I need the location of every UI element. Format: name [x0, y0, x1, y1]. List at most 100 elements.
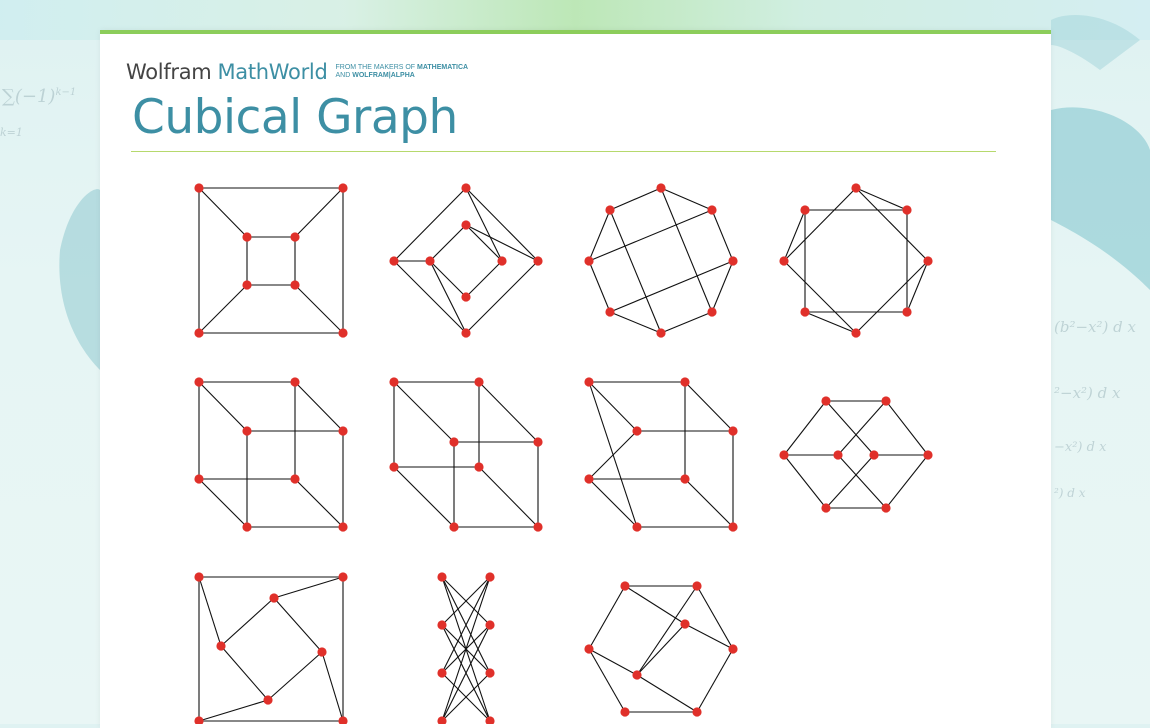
graph-edge [885, 400, 929, 456]
graph-vertex [290, 280, 300, 290]
graph-vertex [728, 644, 738, 654]
graph-edge [198, 576, 222, 647]
graph-edge [624, 585, 686, 625]
graph-vertex [338, 716, 348, 724]
graph-edge [465, 187, 503, 262]
graph-vertex [389, 256, 399, 266]
graph-edge [465, 224, 539, 262]
graph-vertex [728, 522, 738, 532]
graph-vertex [194, 474, 204, 484]
graph-vertex [485, 668, 495, 678]
cubical-graph-11 [584, 581, 738, 717]
cubical-graph-9 [194, 572, 348, 724]
graph-edge [660, 311, 713, 334]
graph-edge [855, 260, 929, 334]
graph-vertex [485, 572, 495, 582]
graph-vertex [800, 205, 810, 215]
graph-edge [711, 209, 734, 262]
graph-edge [837, 400, 887, 456]
graph-edge [465, 187, 539, 262]
graph-edge [825, 454, 875, 509]
graph-edge [636, 623, 686, 676]
graph-vertex [692, 581, 702, 591]
graph-edge [294, 478, 344, 528]
graph-edge [465, 260, 539, 334]
graph-edge [198, 187, 248, 238]
graph-vertex [605, 307, 615, 317]
graph-vertex [461, 292, 471, 302]
graph-vertex [533, 522, 543, 532]
graph-vertex [338, 426, 348, 436]
graph-vertex [461, 183, 471, 193]
graph-vertex [680, 474, 690, 484]
graph-vertex [779, 450, 789, 460]
graph-edge [609, 187, 662, 211]
graph-vertex [269, 593, 279, 603]
graph-edge [609, 209, 662, 334]
cubical-graph-3 [584, 183, 738, 338]
graph-vertex [449, 522, 459, 532]
graph-edge [273, 576, 344, 599]
graph-edge [478, 381, 539, 443]
graph-edge [393, 187, 467, 262]
graph-edge [696, 648, 734, 713]
graph-vertex [869, 450, 879, 460]
graph-edge [321, 651, 344, 722]
graph-vertex [194, 328, 204, 338]
graph-vertex [800, 307, 810, 317]
graph-vertex [902, 205, 912, 215]
graph-vertex [620, 581, 630, 591]
graph-vertex [338, 183, 348, 193]
graph-vertex [728, 256, 738, 266]
graph-vertex [194, 716, 204, 724]
graph-vertex [605, 205, 615, 215]
graph-edge [684, 478, 734, 528]
graph-edge [906, 260, 929, 313]
graph-edge [855, 187, 929, 262]
graph-edge [478, 466, 539, 528]
cubical-graph-4 [779, 183, 933, 338]
graph-vertex [692, 707, 702, 717]
graph-vertex [707, 205, 717, 215]
graph-edge [220, 645, 269, 701]
cubical-graph-drawings [194, 183, 933, 724]
graph-vertex [584, 377, 594, 387]
graph-edge [855, 187, 908, 211]
graph-vertex [656, 183, 666, 193]
graph-vertex [923, 256, 933, 266]
graph-vertex [881, 503, 891, 513]
graph-edge [885, 454, 929, 509]
graph-edge [393, 260, 467, 334]
graph-edge [588, 209, 713, 262]
graph-vertex [632, 670, 642, 680]
graph-vertex [833, 450, 843, 460]
cubical-graph-10 [437, 572, 495, 724]
graph-edge [783, 209, 806, 262]
graph-vertex [242, 280, 252, 290]
graph-vertex [216, 641, 226, 651]
graph-vertex [779, 256, 789, 266]
cubical-graph-6 [389, 377, 543, 532]
graph-edge [198, 284, 248, 334]
graph-edge [393, 466, 455, 528]
graph-vertex [389, 462, 399, 472]
graph-edge [220, 597, 275, 647]
graph-edge [198, 381, 248, 432]
graph-edge [465, 224, 503, 262]
graph-edge [804, 311, 857, 334]
graph-edge [273, 597, 323, 653]
graph-edge [294, 284, 344, 334]
graph-vertex [290, 232, 300, 242]
graph-vertex [338, 522, 348, 532]
graph-vertex [194, 572, 204, 582]
cubical-graph-2 [389, 183, 543, 338]
graph-vertex [851, 328, 861, 338]
graph-edge [465, 260, 503, 298]
graph-vertex [680, 619, 690, 629]
graph-vertex [437, 668, 447, 678]
graph-vertex [437, 572, 447, 582]
graph-vertex [290, 377, 300, 387]
graph-vertex [338, 328, 348, 338]
graph-vertex [584, 474, 594, 484]
graph-vertex [317, 647, 327, 657]
